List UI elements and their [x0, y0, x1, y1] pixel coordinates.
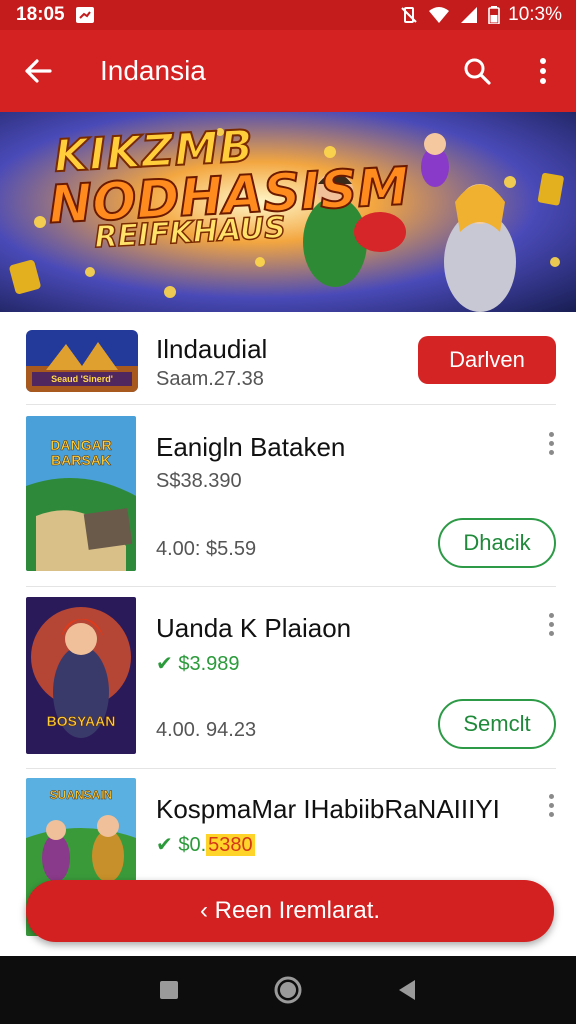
- game-price: ✔ $3.989: [156, 653, 240, 675]
- back-nav-button[interactable]: [387, 970, 427, 1010]
- page-title: Indansia: [100, 55, 206, 86]
- list-item[interactable]: DANGAR BARSAK Eanigln Bataken S$38.390 4…: [26, 416, 556, 572]
- select-button[interactable]: Semclt: [438, 699, 556, 749]
- install-button[interactable]: Dhacik: [438, 518, 556, 568]
- battery-icon: [488, 6, 500, 24]
- list-item[interactable]: BOSYAAN Uanda K Plaiaon ✔ $3.989 4.00. 9…: [26, 597, 556, 754]
- banner-logo-text: KIKZMB NODHASISM REIFKHAUS: [46, 120, 411, 256]
- back-arrow-icon: [25, 59, 52, 83]
- more-vert-icon: [548, 794, 554, 799]
- check-icon: ✔: [156, 834, 173, 856]
- more-options-button[interactable]: [546, 432, 556, 455]
- divider: [26, 768, 556, 769]
- list-item[interactable]: Seaud 'Sinerd' Ilndaudial Saam.27.38 Dar…: [26, 330, 556, 394]
- floating-action-button[interactable]: ‹ Reen Iremlarat.: [26, 880, 554, 942]
- status-time: 18:05: [16, 4, 65, 25]
- search-icon: [464, 58, 491, 85]
- more-vert-icon: [548, 432, 554, 437]
- game-thumbnail[interactable]: DANGAR BARSAK: [26, 416, 136, 571]
- battery-percent: 10:3%: [508, 4, 562, 25]
- game-rating: 4.00: $5.59: [156, 538, 257, 560]
- game-rating: 4.00. 94.23: [156, 719, 257, 741]
- status-bar: 18:05 10:3%: [0, 0, 576, 30]
- back-button[interactable]: [0, 30, 76, 112]
- download-button[interactable]: Darlven: [418, 336, 556, 384]
- signal-icon: [460, 6, 478, 24]
- vibrate-off-icon: [400, 6, 418, 24]
- divider: [26, 586, 556, 587]
- game-thumbnail[interactable]: Seaud 'Sinerd': [26, 330, 138, 392]
- more-options-button[interactable]: [546, 613, 556, 636]
- back-triangle-icon: [398, 980, 415, 1000]
- game-title: KospmaMar IHabiibRaNAIIIYI: [156, 794, 500, 824]
- home-circle-icon: [274, 976, 302, 1004]
- more-vert-icon: [548, 613, 554, 618]
- search-button[interactable]: [444, 30, 510, 112]
- game-title: Uanda K Plaiaon: [156, 613, 352, 643]
- check-icon: ✔: [156, 653, 173, 675]
- recents-button[interactable]: [149, 970, 189, 1010]
- game-title: Ilndaudial: [156, 334, 268, 364]
- game-subtitle: S$38.390: [156, 470, 242, 492]
- app-bar: Indansia: [0, 30, 576, 112]
- wifi-icon: [428, 6, 450, 24]
- more-vert-icon: [540, 58, 546, 84]
- divider: [26, 404, 556, 405]
- overflow-menu-button[interactable]: [510, 30, 576, 112]
- screenshot-notification-icon: [75, 6, 95, 24]
- recents-square-icon: [160, 981, 179, 999]
- more-options-button[interactable]: [546, 794, 556, 817]
- game-thumbnail[interactable]: BOSYAAN: [26, 597, 136, 754]
- game-price: ✔ $0. 5380: [156, 834, 255, 856]
- game-subtitle: Saam.27.38: [156, 368, 264, 390]
- featured-banner[interactable]: KIKZMB NODHASISM REIFKHAUS: [0, 112, 576, 312]
- home-button[interactable]: [268, 970, 308, 1010]
- system-nav-bar: [0, 956, 576, 1024]
- game-title: Eanigln Bataken: [156, 432, 346, 462]
